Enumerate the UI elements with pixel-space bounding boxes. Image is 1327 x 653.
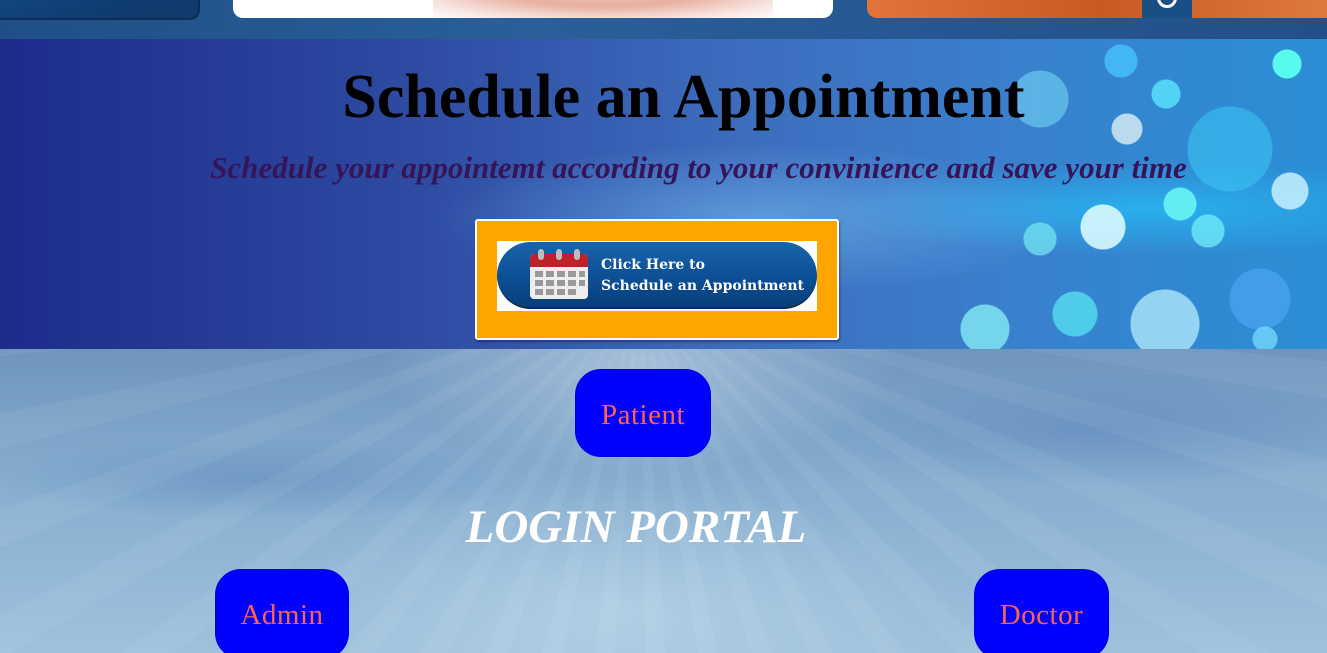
top-image-photo: [433, 0, 773, 18]
schedule-title: Schedule an Appointment: [342, 63, 1025, 131]
patient-login-button[interactable]: Patient: [575, 369, 711, 457]
schedule-appointment-banner: Click Here to Schedule an Appointment: [497, 241, 817, 311]
schedule-section: Schedule an Appointment Schedule your ap…: [0, 39, 1327, 349]
schedule-appointment-button[interactable]: Click Here to Schedule an Appointment: [475, 219, 839, 340]
admin-login-button[interactable]: Admin: [215, 569, 349, 653]
top-image-strip: [0, 0, 1327, 39]
top-image-badge-icon: [1142, 0, 1192, 18]
cta-line-2: Schedule an Appointment: [601, 278, 805, 294]
top-image-card-left: [0, 0, 200, 20]
cta-line-1: Click Here to: [601, 257, 705, 273]
top-image-card-middle: [233, 0, 833, 18]
login-portal-section: Patient LOGIN PORTAL Admin Doctor: [0, 349, 1327, 653]
login-portal-title: LOGIN PORTAL: [465, 501, 807, 553]
schedule-appointment-pill: Click Here to Schedule an Appointment: [497, 242, 817, 309]
calendar-icon: [530, 249, 588, 299]
schedule-appointment-button-label: Click Here to Schedule an Appointment: [601, 255, 811, 297]
top-image-card-right: [867, 0, 1327, 18]
doctor-login-button[interactable]: Doctor: [974, 569, 1109, 653]
schedule-subtitle: Schedule your appointemt according to yo…: [210, 150, 1187, 185]
